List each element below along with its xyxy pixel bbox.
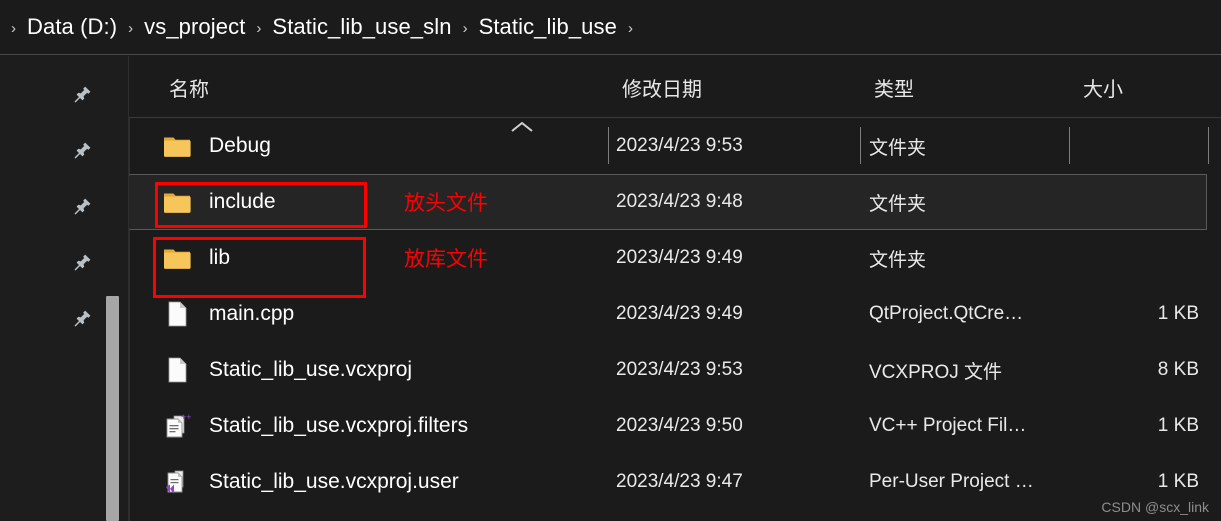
file-name-label: Debug [209, 134, 271, 157]
date-modified-cell: 2023/4/23 9:47 [616, 471, 743, 492]
breadcrumb-separator-4[interactable]: › [619, 20, 642, 37]
file-type-cell: 文件夹 [869, 249, 927, 271]
svg-text:++: ++ [181, 412, 191, 422]
file-type-cell: Per-User Project … [869, 471, 1034, 492]
breadcrumb-separator-3: › [462, 19, 468, 37]
file-name-cell[interactable]: Debug [163, 132, 271, 160]
file-size-cell: 1 KB [1157, 303, 1199, 324]
breadcrumb-item-3[interactable]: Static_lib_use [477, 14, 619, 40]
table-row[interactable]: lib 放库文件 2023/4/23 9:49 文件夹 [129, 230, 1221, 286]
sidebar-pin-item-2[interactable] [0, 192, 129, 220]
vs-user-file-icon [166, 470, 184, 494]
file-name-cell[interactable]: Static_lib_use.vcxproj [163, 356, 412, 384]
column-header-row: 名称 修改日期 类型 大小 [129, 56, 1221, 164]
table-row[interactable]: ++ Static_lib_use.vcxproj.filters 2023/4/2… [129, 398, 1221, 454]
breadcrumb-item-0[interactable]: Data (D:) [25, 14, 119, 40]
sidebar-pin-item-3[interactable] [0, 248, 129, 276]
file-name-label: Static_lib_use.vcxproj [209, 358, 413, 381]
file-name-label: Static_lib_use.vcxproj.user [209, 470, 459, 493]
folder-icon [163, 249, 191, 269]
file-name-label: main.cpp [209, 302, 295, 325]
pin-icon[interactable] [74, 85, 92, 103]
table-row[interactable]: main.cpp 2023/4/23 9:49 QtProject.QtCre… 1 … [129, 286, 1221, 342]
file-name-cell[interactable]: ++ Static_lib_use.vcxproj.filters [163, 412, 468, 440]
file-name-cell[interactable]: include [163, 188, 276, 216]
date-modified-cell: 2023/4/23 9:49 [616, 247, 743, 268]
sidebar-pin-item-0[interactable] [0, 80, 129, 108]
pin-icon[interactable] [74, 309, 92, 327]
file-blank-icon [168, 357, 187, 383]
annotation-note: 放头文件 [404, 192, 488, 215]
column-header-name[interactable]: 名称 [169, 56, 209, 118]
date-modified-cell: 2023/4/23 9:50 [616, 415, 743, 436]
file-size-cell: 1 KB [1157, 415, 1199, 436]
column-header-type[interactable]: 类型 [874, 56, 914, 118]
vc-filters-icon: ++ [166, 412, 191, 438]
breadcrumb-item-1[interactable]: vs_project [142, 14, 247, 40]
file-name-label: Static_lib_use.vcxproj.filters [209, 414, 469, 437]
file-name-cell[interactable]: lib [163, 244, 230, 272]
file-blank-icon [168, 301, 187, 327]
file-name-cell[interactable]: main.cpp [163, 300, 294, 328]
file-name-label: lib [209, 246, 231, 269]
date-modified-cell: 2023/4/23 9:48 [616, 191, 743, 212]
watermark: CSDN @scx_link [1101, 499, 1209, 515]
column-header-date[interactable]: 修改日期 [622, 56, 702, 118]
folder-icon [163, 193, 191, 213]
pin-icon[interactable] [74, 197, 92, 215]
vertical-scrollbar-thumb[interactable] [106, 296, 119, 521]
breadcrumb[interactable]: › Data (D:) › vs_project › Static_lib_us… [0, 0, 1221, 55]
table-row[interactable]: include 放头文件 2023/4/23 9:48 文件夹 [129, 174, 1207, 230]
table-row[interactable]: Static_lib_use.vcxproj 2023/4/23 9:53 VCXP… [129, 342, 1221, 398]
file-type-cell: QtProject.QtCre… [869, 303, 1024, 324]
breadcrumb-separator-2: › [256, 19, 262, 37]
file-size-cell: 1 KB [1157, 471, 1199, 492]
date-modified-cell: 2023/4/23 9:49 [616, 303, 743, 324]
pin-icon[interactable] [74, 253, 92, 271]
folder-icon [163, 137, 191, 157]
column-header-size[interactable]: 大小 [1083, 56, 1123, 118]
file-type-cell: VC++ Project Fil… [869, 415, 1027, 436]
date-modified-cell: 2023/4/23 9:53 [616, 359, 743, 380]
breadcrumb-separator-1: › [128, 19, 134, 37]
file-name-label: include [209, 190, 276, 213]
file-type-cell: VCXPROJ 文件 [869, 361, 1003, 383]
date-modified-cell: 2023/4/23 9:53 [616, 135, 743, 156]
sidebar-pin-item-1[interactable] [0, 136, 129, 164]
file-list: Debug 2023/4/23 9:53 文件夹 include 放头文件 2023/4/… [129, 118, 1221, 521]
breadcrumb-separator-0: › [11, 19, 16, 37]
breadcrumb-item-2[interactable]: Static_lib_use_sln [270, 14, 453, 40]
file-type-cell: 文件夹 [869, 137, 927, 159]
table-row[interactable]: Debug 2023/4/23 9:53 文件夹 [129, 118, 1221, 174]
annotation-note: 放库文件 [404, 248, 488, 271]
table-row[interactable]: Static_lib_use.vcxproj.user 2023/4/23 9:4… [129, 454, 1221, 510]
file-type-cell: 文件夹 [869, 193, 927, 215]
pin-icon[interactable] [74, 141, 92, 159]
file-name-cell[interactable]: Static_lib_use.vcxproj.user [163, 468, 459, 496]
file-explorer-window: › Data (D:) › vs_project › Static_lib_us… [0, 0, 1221, 521]
file-size-cell: 8 KB [1157, 359, 1199, 380]
